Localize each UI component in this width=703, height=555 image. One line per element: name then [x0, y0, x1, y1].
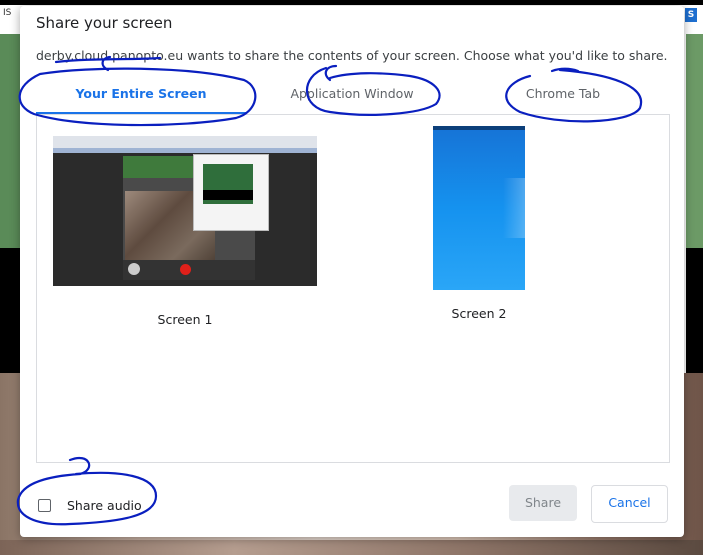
- play-icon: [128, 263, 140, 275]
- background-video-area: [686, 34, 703, 248]
- share-source-tabs: Your Entire Screen Application Window Ch…: [36, 76, 668, 115]
- share-button[interactable]: Share: [509, 485, 577, 521]
- dialog-description: derby.cloud.panopto.eu wants to share th…: [36, 48, 668, 63]
- background-dark-area: [686, 248, 703, 373]
- screen-option-1[interactable]: Screen 1: [53, 136, 317, 327]
- cancel-button[interactable]: Cancel: [591, 485, 668, 523]
- share-audio-toggle[interactable]: Share audio: [38, 497, 142, 513]
- screen-picker: Screen 1 Screen 2: [36, 114, 670, 463]
- share-screen-dialog: Share your screen derby.cloud.panopto.eu…: [20, 6, 684, 537]
- share-audio-label: Share audio: [67, 497, 142, 513]
- screen-label: Screen 1: [157, 312, 213, 327]
- background-webcam-image: [0, 540, 703, 555]
- share-audio-checkbox[interactable]: [38, 498, 51, 512]
- tab-application-window[interactable]: Application Window: [247, 76, 457, 112]
- tab-chrome-tab[interactable]: Chrome Tab: [458, 76, 668, 112]
- background-app-icon: S: [685, 8, 697, 22]
- screen-option-2[interactable]: Screen 2: [429, 126, 529, 321]
- screen-2-thumbnail: [433, 126, 525, 290]
- top-border-line: [0, 0, 703, 5]
- background-text: IS: [3, 8, 12, 18]
- tab-entire-screen[interactable]: Your Entire Screen: [36, 76, 246, 112]
- record-icon: [180, 264, 191, 275]
- dialog-title: Share your screen: [36, 14, 173, 32]
- screen-label: Screen 2: [451, 306, 507, 321]
- screen-1-thumbnail: [53, 136, 317, 286]
- windows-logo-icon: [503, 178, 525, 238]
